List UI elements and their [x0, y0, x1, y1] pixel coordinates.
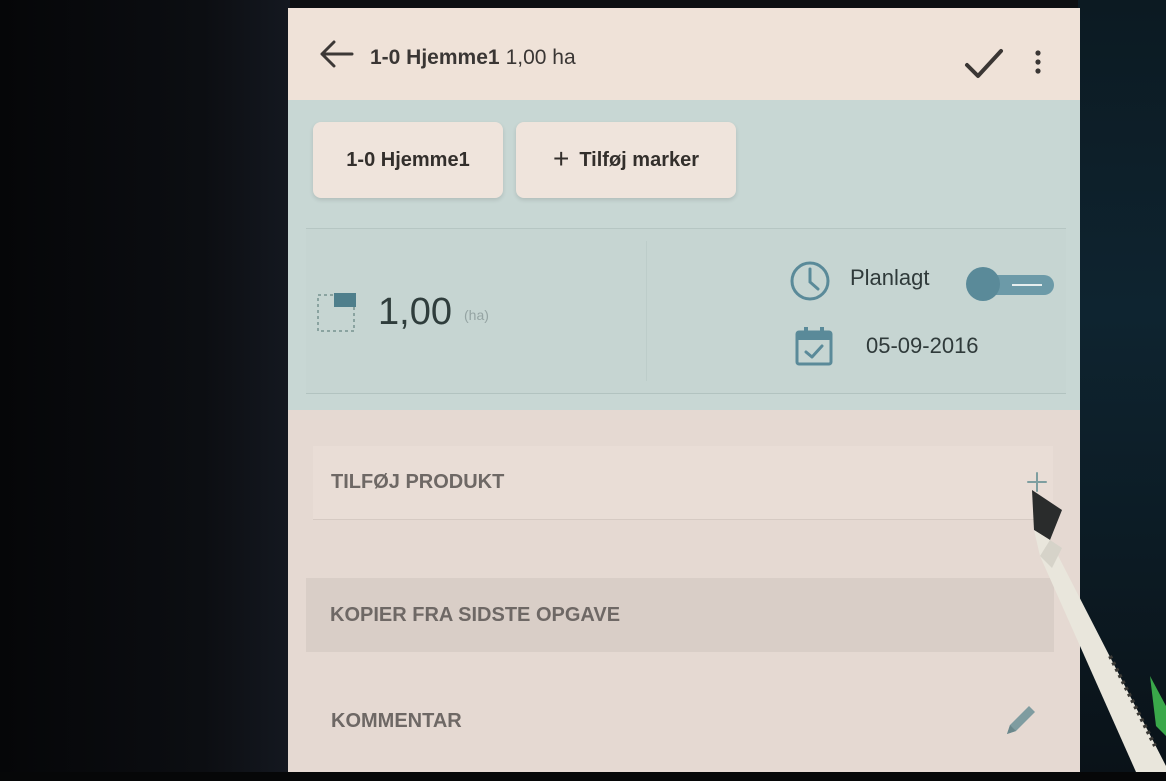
toggle-line: [1012, 284, 1042, 286]
app-screen: 1-0 Hjemme1 1,00 ha 1-0 Hjemme1 + Tilføj …: [288, 8, 1080, 776]
photo-background-bottom: [0, 772, 1166, 781]
add-product-label: TILFØJ PRODUKT: [331, 471, 505, 493]
plus-icon: +: [552, 142, 570, 174]
field-chip-label: 1-0 Hjemme1: [346, 148, 470, 171]
field-chip[interactable]: 1-0 Hjemme1: [313, 122, 503, 198]
copy-last-task-label: KOPIER FRA SIDSTE OPGAVE: [330, 603, 621, 626]
toggle-knob: [966, 267, 1000, 301]
add-product-row[interactable]: TILFØJ PRODUKT: [313, 446, 1053, 520]
clock-icon: [790, 261, 830, 301]
planned-toggle[interactable]: [966, 267, 1056, 301]
card-divider: [646, 241, 647, 381]
task-summary-card: 1,00 (ha) Planlagt 05-09-2016: [306, 228, 1066, 394]
checkmark-icon[interactable]: [964, 48, 1004, 80]
page-title: 1-0 Hjemme1 1,00 ha: [370, 46, 576, 70]
add-field-button[interactable]: + Tilføj marker: [516, 122, 736, 198]
more-vertical-icon[interactable]: [1034, 50, 1042, 74]
calendar-icon[interactable]: [794, 325, 834, 367]
planned-label: Planlagt: [850, 265, 930, 290]
app-bar: 1-0 Hjemme1 1,00 ha: [288, 8, 1080, 100]
area-value: 1,00: [378, 291, 452, 333]
task-header-band: 1-0 Hjemme1 + Tilføj marker 1,00 (ha) Pl…: [288, 100, 1080, 410]
add-field-label: Tilføj marker: [579, 148, 700, 171]
arrow-left-icon[interactable]: [318, 40, 354, 68]
copy-last-task-button[interactable]: KOPIER FRA SIDSTE OPGAVE: [306, 578, 1054, 652]
comment-row[interactable]: KOMMENTAR: [313, 684, 1053, 758]
area-unit: (ha): [464, 307, 489, 323]
task-actions-section: TILFØJ PRODUKT KOPIER FRA SIDSTE OPGAVE …: [288, 410, 1080, 776]
title-field-name: 1-0 Hjemme1: [370, 46, 500, 69]
task-date[interactable]: 05-09-2016: [866, 333, 979, 359]
comment-label: KOMMENTAR: [331, 709, 462, 732]
field-area-icon: [317, 293, 356, 332]
photo-background-left: [0, 0, 290, 781]
stylus-pen: [1032, 490, 1166, 781]
title-area: 1,00 ha: [505, 46, 576, 69]
